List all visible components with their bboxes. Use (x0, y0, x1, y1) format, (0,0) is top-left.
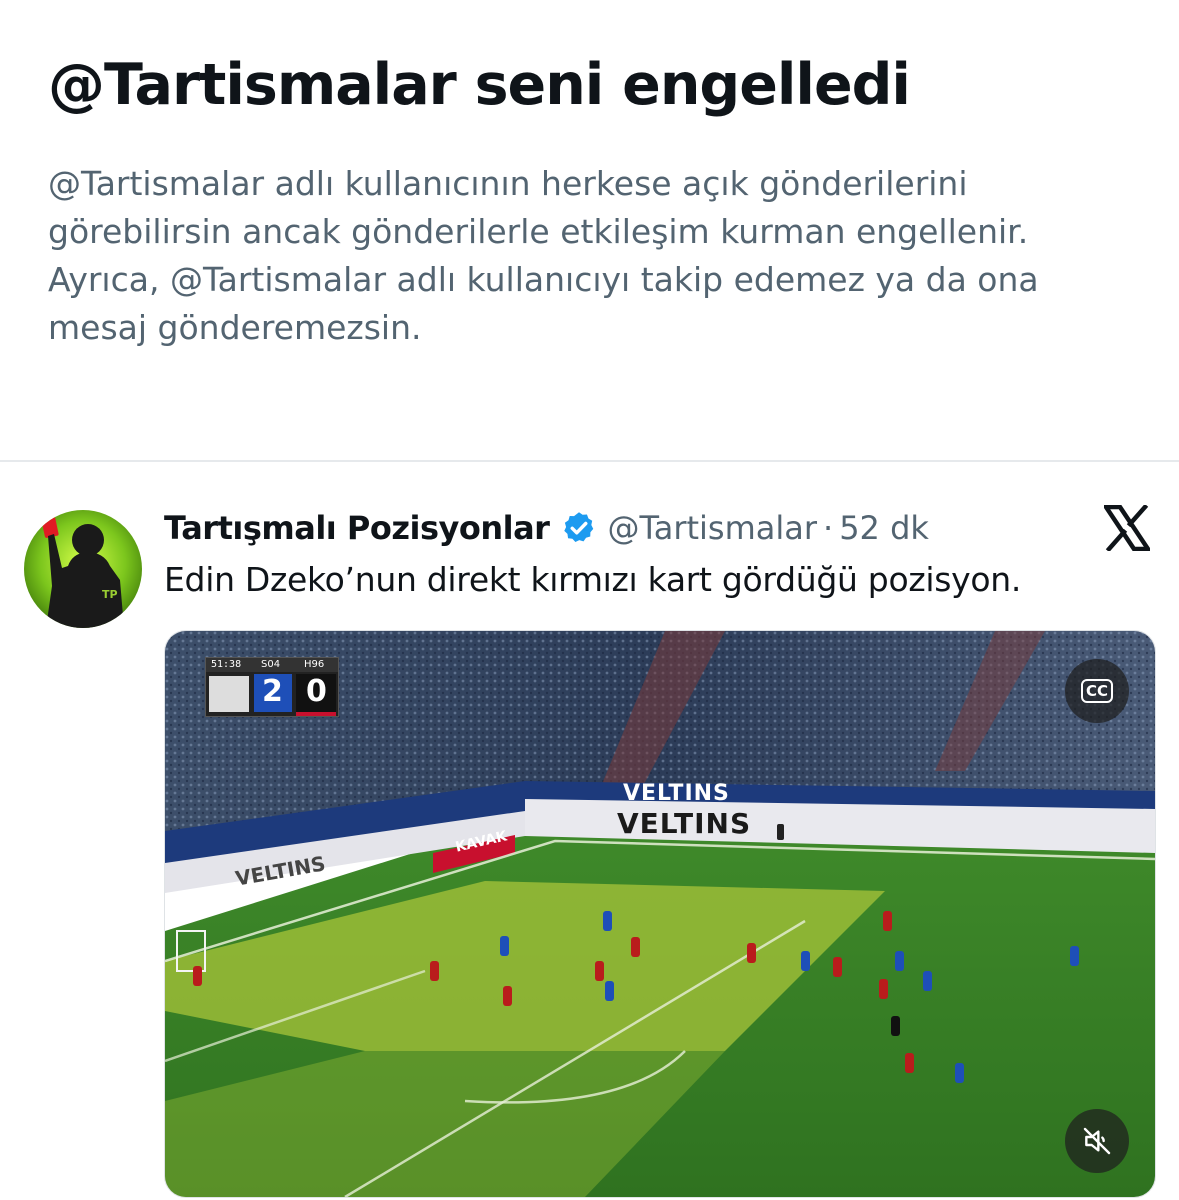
match-clock: 51:38 (211, 659, 242, 670)
captions-button[interactable]: CC (1065, 659, 1129, 723)
mute-button[interactable] (1065, 1109, 1129, 1173)
x-logo-icon[interactable] (1101, 503, 1153, 553)
divider (0, 460, 1179, 462)
sponsor-board-upper: VELTINS (623, 781, 730, 806)
muted-speaker-icon (1083, 1127, 1111, 1155)
sponsor-board-lower: VELTINS (617, 807, 752, 840)
cc-icon: CC (1080, 679, 1114, 703)
away-score: 0 (306, 674, 327, 709)
display-name[interactable]: Tartışmalı Pozisyonlar (164, 509, 550, 547)
home-team: S04 (261, 659, 281, 670)
avatar[interactable]: TP (24, 510, 142, 628)
avatar-initials: TP (102, 588, 118, 601)
timestamp[interactable]: 52 dk (839, 509, 929, 547)
bundesliga-logo-icon (209, 676, 249, 712)
blocked-title: @Tartismalar seni engelledi (48, 52, 911, 118)
away-team: H96 (304, 659, 325, 670)
verified-badge-icon (561, 510, 597, 546)
blocked-description: @Tartismalar adlı kullanıcının herkese a… (48, 164, 1039, 347)
handle[interactable]: @Tartismalar (607, 509, 817, 547)
tweet-header: Tartışmalı Pozisyonlar @Tartismalar · 52… (164, 505, 929, 551)
video-player[interactable]: 51:38 S04 H96 2 0 VELTINS VELTINS VELTIN… (164, 630, 1156, 1198)
separator-dot: · (823, 509, 834, 547)
home-score: 2 (262, 674, 283, 709)
tweet-text: Edin Dzeko’nun direkt kırmızı kart gördü… (164, 560, 1022, 599)
scoreboard: 51:38 S04 H96 2 0 (205, 657, 339, 717)
